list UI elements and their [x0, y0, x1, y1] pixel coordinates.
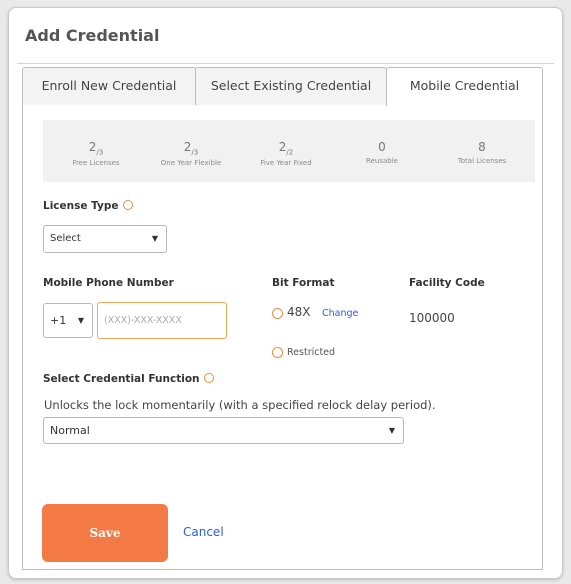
license-total: /3 — [96, 148, 104, 157]
credential-function-select[interactable]: Normal ▼ — [43, 417, 404, 444]
license-one-year: 2/3 One Year Flexible — [146, 120, 236, 167]
license-type-select[interactable]: Select ▼ — [43, 225, 167, 253]
restricted-radio[interactable] — [272, 347, 283, 358]
info-icon[interactable] — [122, 200, 133, 210]
phone-label: Mobile Phone Number — [43, 277, 174, 289]
license-label: Five Year Fixed — [260, 159, 312, 168]
change-link[interactable]: Change — [322, 308, 358, 319]
license-label: Total Licenses — [457, 157, 507, 165]
panel-title: Add Credential — [25, 26, 160, 45]
license-count: 8 — [478, 140, 486, 154]
tab-mobile-credential[interactable]: Mobile Credential — [386, 67, 543, 106]
tab-enroll-new[interactable]: Enroll New Credential — [22, 67, 196, 105]
bit-format-label: Bit Format — [272, 277, 335, 289]
license-type-label-text: License Type — [43, 200, 119, 212]
facility-code-value: 100000 — [409, 311, 455, 325]
facility-code-label: Facility Code — [409, 277, 485, 289]
license-total: /2 — [286, 148, 294, 157]
credential-function-description: Unlocks the lock momentarily (with a spe… — [44, 398, 436, 412]
license-type-label: License Type — [43, 200, 133, 212]
restricted-label: Restricted — [287, 347, 336, 358]
phone-number-input[interactable]: (XXX)-XXX-XXXX — [97, 302, 227, 339]
license-type-value: Select — [50, 233, 81, 244]
cancel-link[interactable]: Cancel — [183, 525, 224, 539]
divider — [17, 63, 554, 64]
chevron-down-icon: ▼ — [151, 234, 158, 243]
credential-function-label-text: Select Credential Function — [43, 373, 200, 385]
license-total-count: 8 Total Licenses — [437, 120, 527, 165]
license-label: One Year Flexible — [160, 159, 222, 168]
license-label: Reusable — [366, 157, 398, 165]
license-total: /3 — [191, 148, 199, 157]
license-five-year: 2/2 Five Year Fixed — [241, 120, 331, 167]
phone-placeholder: (XXX)-XXX-XXXX — [104, 315, 182, 326]
credential-function-value: Normal — [50, 424, 90, 437]
chevron-down-icon: ▼ — [388, 426, 395, 435]
license-reusable: 0 Reusable — [337, 120, 427, 165]
credential-function-label: Select Credential Function — [43, 373, 214, 385]
chevron-down-icon: ▼ — [77, 316, 84, 325]
info-icon[interactable] — [203, 373, 214, 383]
license-free: 2/3 Free Licenses — [51, 120, 141, 167]
save-button[interactable]: Save — [42, 504, 168, 562]
bit-format-radio[interactable] — [272, 308, 283, 319]
license-count: 0 — [378, 140, 386, 154]
license-label: Free Licenses — [72, 159, 120, 168]
country-code-value: +1 — [50, 314, 67, 327]
country-code-select[interactable]: +1 ▼ — [43, 303, 93, 338]
tab-select-existing[interactable]: Select Existing Credential — [195, 67, 387, 105]
bit-format-value: 48X — [287, 305, 311, 319]
credential-tabs: Enroll New Credential Select Existing Cr… — [22, 67, 543, 106]
license-summary: 2/3 Free Licenses 2/3 One Year Flexible … — [43, 120, 535, 182]
